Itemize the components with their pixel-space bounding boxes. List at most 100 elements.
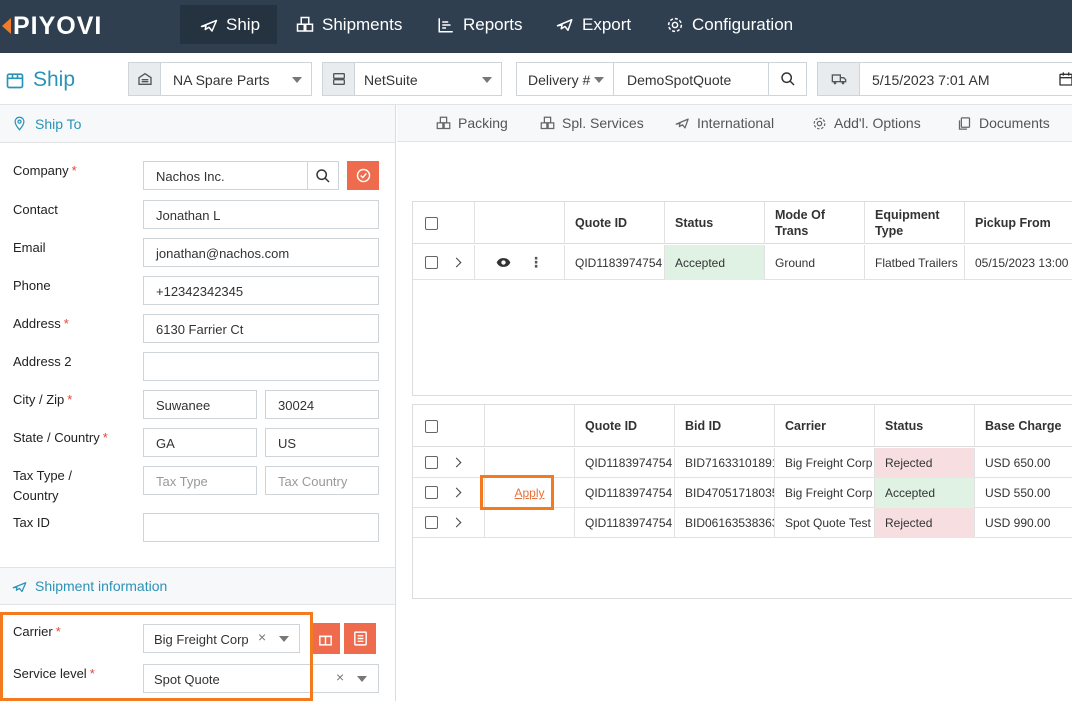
tax-id-input[interactable] — [143, 513, 379, 542]
row-checkbox[interactable] — [425, 486, 438, 499]
chevron-down-icon — [594, 77, 604, 83]
row-checkbox[interactable] — [425, 256, 438, 269]
location-select[interactable]: NA Spare Parts — [128, 62, 312, 96]
lookup-search-button[interactable] — [768, 62, 807, 96]
country-input[interactable]: US — [265, 428, 379, 457]
table-row[interactable]: QID1183974754 BID71633101891 Big Freight… — [413, 448, 1072, 478]
apply-link-highlight — [480, 475, 554, 510]
nav-tab-label: Shipments — [322, 14, 403, 34]
erp-select-value: NetSuite — [364, 72, 418, 88]
column-header-blank — [484, 405, 574, 447]
table-row[interactable]: ⋮ QID1183974754 Accepted Ground Flatbed … — [413, 245, 1072, 280]
column-header-bid-id[interactable]: Bid ID — [674, 405, 774, 447]
expand-row-icon[interactable] — [451, 457, 462, 468]
contact-input[interactable]: Jonathan L — [143, 200, 379, 229]
tab-international[interactable]: International — [675, 115, 774, 131]
clear-icon[interactable]: × — [336, 669, 344, 685]
expand-row-icon[interactable] — [451, 487, 462, 498]
boxes-icon — [540, 116, 555, 129]
state-input[interactable]: GA — [143, 428, 257, 457]
nav-tab-label: Ship — [226, 14, 261, 34]
boxes-icon — [436, 116, 451, 129]
nav-tab-configuration[interactable]: Configuration — [666, 5, 793, 44]
tax-id-label: Tax ID — [13, 515, 50, 530]
expand-row-icon[interactable] — [451, 257, 462, 268]
row-checkbox[interactable] — [425, 516, 438, 529]
lookup-type-value: Delivery # — [528, 72, 591, 88]
address2-input[interactable] — [143, 352, 379, 381]
nav-tab-label: Export — [582, 14, 632, 34]
nav-tab-export[interactable]: Export — [556, 5, 631, 44]
erp-select[interactable]: NetSuite — [322, 62, 502, 96]
carrier-list-button[interactable] — [344, 623, 376, 654]
documents-icon — [958, 116, 971, 130]
server-icon — [323, 63, 355, 95]
row-actions-cell: ⋮ — [474, 245, 564, 280]
column-header-status[interactable]: Status — [874, 405, 974, 447]
spot-quotes-table: Quote ID Status Mode Of Trans Equipment … — [412, 201, 1072, 396]
location-pin-icon — [14, 116, 25, 131]
expand-row-icon[interactable] — [451, 517, 462, 528]
nav-tab-shipments[interactable]: Shipments — [296, 5, 402, 44]
location-select-value: NA Spare Parts — [173, 72, 270, 88]
tab-documents[interactable]: Documents — [957, 115, 1050, 131]
lookup-value-text: DemoSpotQuote — [627, 72, 732, 88]
carrier-rates-button[interactable] — [310, 623, 340, 654]
search-icon — [781, 72, 795, 86]
search-icon — [316, 169, 330, 183]
contact-label: Contact — [13, 202, 58, 217]
column-header-base-charge[interactable]: Base Charge — [974, 405, 1072, 447]
carrier-cell: Big Freight Corp — [774, 478, 874, 508]
row-checkbox[interactable] — [425, 456, 438, 469]
tab-special-services[interactable]: Spl. Services — [540, 115, 644, 131]
tax-country-input[interactable]: Tax Country — [265, 466, 379, 495]
ship-to-section-header[interactable]: Ship To — [0, 105, 395, 143]
verify-address-button[interactable] — [347, 161, 379, 190]
lookup-type-select[interactable]: Delivery # — [516, 62, 614, 96]
company-input[interactable]: Nachos Inc. — [143, 161, 308, 190]
column-header-quote-id[interactable]: Quote ID — [564, 202, 664, 244]
shipment-info-title: Shipment information — [35, 578, 168, 594]
bar-chart-icon — [437, 16, 455, 34]
column-header-mode[interactable]: Mode Of Trans — [764, 202, 864, 244]
table-header: Quote ID Status Mode Of Trans Equipment … — [413, 202, 1072, 244]
shipment-info-section-header[interactable]: Shipment information — [0, 567, 395, 605]
gift-box-icon — [318, 635, 332, 646]
email-input[interactable]: jonathan@nachos.com — [143, 238, 379, 267]
zip-input[interactable]: 30024 — [265, 390, 379, 419]
company-label: Company * — [13, 163, 77, 178]
nav-tab-ship[interactable]: Ship — [180, 5, 277, 44]
city-input[interactable]: Suwanee — [143, 390, 257, 419]
eye-icon[interactable] — [496, 255, 511, 270]
nav-tab-reports[interactable]: Reports — [437, 5, 523, 44]
column-header-pickup[interactable]: Pickup From — [964, 202, 1072, 244]
nav-tab-label: Configuration — [692, 14, 794, 34]
select-all-checkbox[interactable] — [425, 420, 438, 433]
column-header-status[interactable]: Status — [664, 202, 764, 244]
select-all-checkbox[interactable] — [425, 217, 438, 230]
column-header-blank — [474, 202, 564, 244]
column-header-quote-id[interactable]: Quote ID — [574, 405, 674, 447]
tab-additional-options[interactable]: Add'l. Options — [812, 115, 921, 131]
column-header-carrier[interactable]: Carrier — [774, 405, 874, 447]
list-icon — [353, 631, 367, 646]
address-input[interactable]: 6130 Farrier Ct — [143, 314, 379, 343]
ship-date-field[interactable]: 5/15/2023 7:01 AM — [817, 62, 1072, 96]
base-charge-cell: USD 650.00 — [974, 448, 1072, 478]
chevron-down-icon[interactable] — [357, 676, 367, 682]
column-header-equipment[interactable]: Equipment Type — [864, 202, 964, 244]
table-row[interactable]: QID1183974754 BID06163538363 Spot Quote … — [413, 508, 1072, 538]
tax-type-input[interactable]: Tax Type — [143, 466, 257, 495]
boxes-icon — [296, 16, 314, 34]
calendar-icon[interactable] — [1058, 71, 1072, 87]
piyovi-logo[interactable]: PIYOVI — [2, 11, 102, 41]
plane-export-icon — [556, 16, 574, 34]
truck-icon — [818, 63, 860, 95]
bid-id-cell: BID47051718035 — [674, 478, 774, 508]
carrier-cell: Spot Quote Test — [774, 508, 874, 538]
phone-input[interactable]: +12342342345 — [143, 276, 379, 305]
lookup-value-input[interactable]: DemoSpotQuote — [613, 62, 769, 96]
company-search-button[interactable] — [307, 161, 339, 190]
tab-packing[interactable]: Packing — [436, 115, 508, 131]
more-vertical-icon[interactable]: ⋮ — [529, 254, 543, 271]
